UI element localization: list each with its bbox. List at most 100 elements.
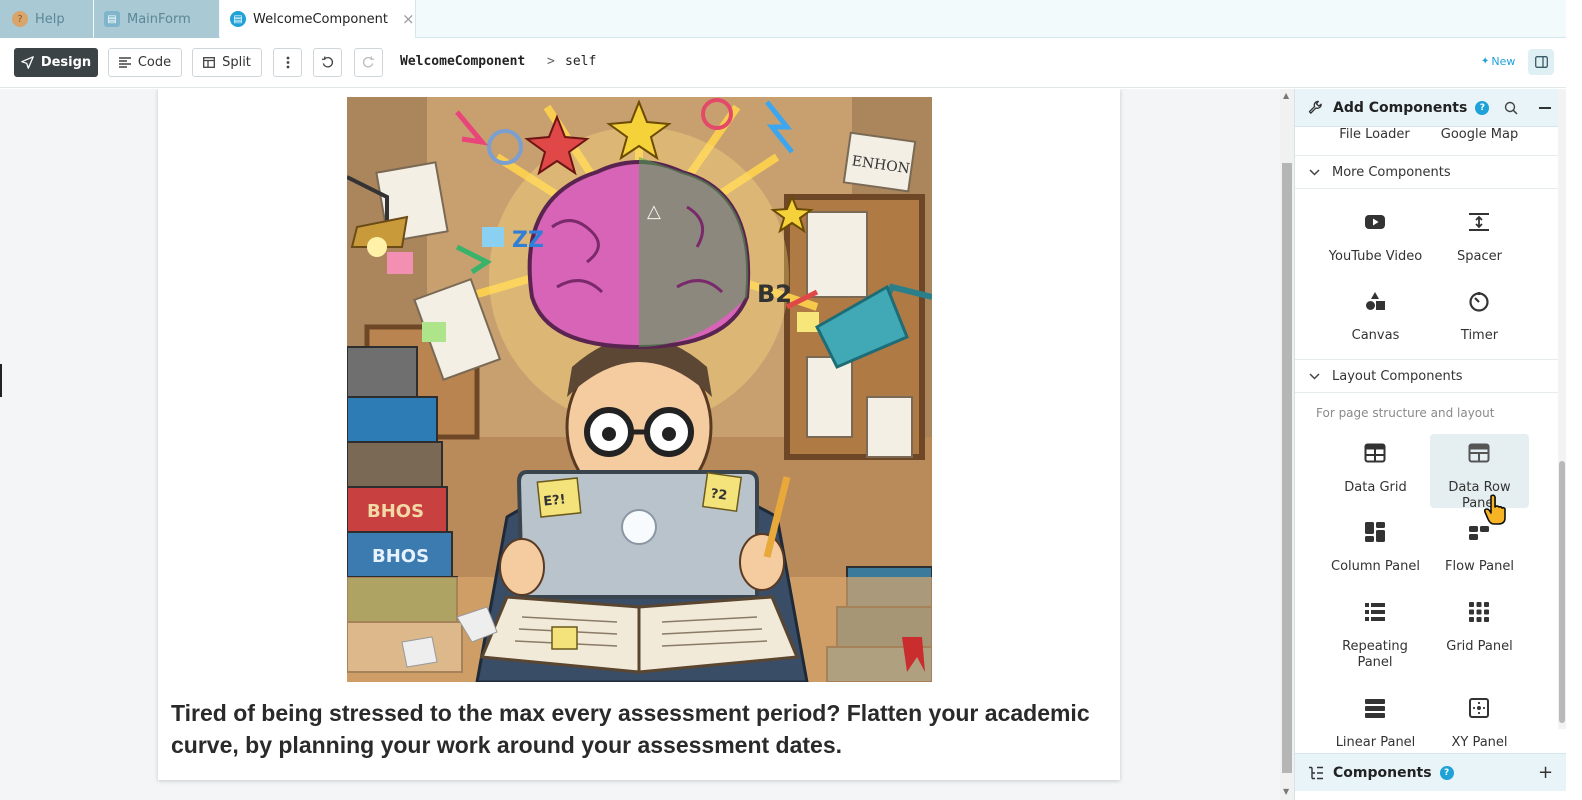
- close-icon[interactable]: ×: [402, 10, 415, 28]
- breadcrumb-separator: >: [547, 54, 555, 69]
- help-icon[interactable]: ?: [1475, 100, 1490, 115]
- sticky-text-left: E?!: [543, 492, 567, 509]
- linear-panel-item[interactable]: Linear Panel: [1326, 689, 1425, 763]
- spacer-icon: [1468, 211, 1490, 233]
- data-row-panel-item[interactable]: Data Row Panel: [1430, 434, 1529, 511]
- panel-title: Add Components: [1333, 99, 1468, 116]
- new-button[interactable]: ✦ New: [1481, 55, 1515, 68]
- tab-help[interactable]: ? Help: [0, 0, 93, 38]
- item-label: Data Grid: [1344, 480, 1407, 495]
- more-options-button[interactable]: [273, 48, 302, 77]
- split-button[interactable]: Split: [192, 48, 262, 77]
- repeating-panel-item[interactable]: Repeating Panel: [1326, 593, 1425, 670]
- data-grid-item[interactable]: Data Grid: [1326, 434, 1425, 508]
- item-label: Spacer: [1457, 249, 1502, 264]
- section-description: For page structure and layout: [1316, 406, 1495, 420]
- item-label: Linear Panel: [1335, 735, 1416, 750]
- toolbar: Design Code Split WelcomeComponent > sel…: [0, 38, 1582, 88]
- item-label: Canvas: [1351, 328, 1400, 343]
- new-label: New: [1491, 55, 1516, 68]
- youtube-video-item[interactable]: YouTube Video: [1326, 203, 1425, 277]
- item-label: Flow Panel: [1445, 559, 1514, 574]
- split-view-icon: [203, 57, 216, 68]
- file-loader-item[interactable]: File Loader: [1325, 127, 1424, 142]
- timer-item[interactable]: Timer: [1430, 282, 1529, 356]
- code-button[interactable]: Code: [108, 48, 182, 77]
- help-icon[interactable]: ?: [1439, 765, 1454, 780]
- grid-panel-icon: [1468, 601, 1490, 623]
- repeating-panel-icon: [1364, 601, 1386, 623]
- window-edge: [1566, 0, 1582, 800]
- design-label: Design: [40, 55, 92, 70]
- form-icon: ▤: [104, 11, 120, 27]
- chevron-down-icon: [1309, 372, 1320, 380]
- tab-welcomecomponent[interactable]: ▤ WelcomeComponent ×: [220, 0, 416, 38]
- sticky-text-right: ?2: [710, 487, 729, 504]
- canvas-scrollbar-thumb[interactable]: [1282, 163, 1292, 773]
- scroll-up-arrow-icon[interactable]: ▲: [1283, 91, 1289, 100]
- panel-scrollbar-thumb[interactable]: [1559, 461, 1565, 723]
- undo-button[interactable]: [313, 48, 342, 77]
- item-label: Timer: [1460, 328, 1499, 343]
- canvas-item[interactable]: Canvas: [1326, 282, 1425, 356]
- xy-panel-icon: [1468, 697, 1490, 719]
- components-footer[interactable]: Components ? +: [1295, 753, 1566, 791]
- sparkle-icon: ✦: [1481, 56, 1490, 67]
- tab-mainform[interactable]: ▤ MainForm: [94, 0, 219, 38]
- section-more-components[interactable]: More Components: [1295, 155, 1566, 189]
- linear-panel-icon: [1364, 697, 1386, 719]
- svg-text:△: △: [647, 201, 661, 222]
- welcome-caption: Tired of being stressed to the max every…: [171, 700, 1090, 758]
- spacer-item[interactable]: Spacer: [1430, 203, 1529, 277]
- plus-icon[interactable]: +: [1538, 764, 1553, 782]
- section-title: More Components: [1332, 164, 1451, 180]
- item-label: XY Panel: [1451, 735, 1508, 750]
- flow-panel-item[interactable]: Flow Panel: [1430, 513, 1529, 587]
- column-panel-icon: [1364, 521, 1386, 543]
- data-grid-icon: [1364, 442, 1386, 464]
- breadcrumb-component[interactable]: WelcomeComponent: [400, 54, 525, 69]
- redo-button[interactable]: [354, 48, 383, 77]
- panel-scrollbar[interactable]: [1558, 89, 1566, 729]
- sidebar-toggle-icon: [1534, 56, 1548, 68]
- component-icon: ▤: [230, 11, 246, 27]
- zz-text: ZZ: [512, 228, 544, 253]
- xy-panel-item[interactable]: XY Panel: [1430, 689, 1529, 763]
- tab-label: WelcomeComponent: [253, 11, 388, 27]
- tab-label: Help: [35, 11, 65, 27]
- add-components-header: Add Components ?: [1295, 89, 1566, 127]
- wrench-icon: [1308, 100, 1323, 115]
- search-icon[interactable]: [1504, 101, 1518, 115]
- section-layout-components[interactable]: Layout Components: [1295, 359, 1566, 393]
- paper-plane-icon: [20, 56, 34, 69]
- chevron-down-icon: [1309, 168, 1320, 176]
- google-map-item[interactable]: Google Map: [1430, 127, 1529, 142]
- tab-bar: ? Help ▤ MainForm ▤ WelcomeComponent ×: [0, 0, 1582, 38]
- stressed-student-illustration[interactable]: ENHON BHOS BHOS △ ZZ B2 E?! ?2: [347, 97, 932, 682]
- timer-icon: [1468, 290, 1490, 312]
- youtube-icon: [1364, 211, 1386, 233]
- column-panel-item[interactable]: Column Panel: [1326, 513, 1425, 587]
- code-lines-icon: [118, 57, 131, 68]
- code-label: Code: [137, 55, 172, 70]
- item-label: Grid Panel: [1446, 639, 1513, 654]
- scroll-down-arrow-icon[interactable]: ▼: [1283, 787, 1289, 796]
- add-components-panel: Add Components ? File Loader Google Map …: [1294, 89, 1566, 800]
- tree-list-icon: [1308, 766, 1323, 780]
- design-button[interactable]: Design: [14, 48, 98, 77]
- section-title: Layout Components: [1332, 368, 1463, 384]
- grid-panel-item[interactable]: Grid Panel: [1430, 593, 1529, 667]
- data-row-panel-icon: [1468, 442, 1490, 464]
- collapse-panel-icon[interactable]: [1539, 107, 1551, 109]
- canvas-shapes-icon: [1364, 290, 1386, 312]
- file-loader-label: File Loader: [1339, 127, 1410, 142]
- canvas-scrollbar[interactable]: ▲ ▼: [1280, 89, 1294, 800]
- design-canvas: ENHON BHOS BHOS △ ZZ B2 E?! ?2 Tired of …: [0, 89, 1280, 800]
- help-doc-icon: ?: [12, 11, 28, 27]
- toggle-panel-button[interactable]: [1528, 49, 1554, 75]
- welcome-form-page[interactable]: ENHON BHOS BHOS △ ZZ B2 E?! ?2 Tired of …: [158, 89, 1120, 780]
- item-label: Data Row Panel: [1448, 480, 1511, 511]
- breadcrumb-self[interactable]: self: [565, 54, 596, 69]
- badge-text: B2: [757, 280, 792, 308]
- redo-icon: [362, 56, 375, 69]
